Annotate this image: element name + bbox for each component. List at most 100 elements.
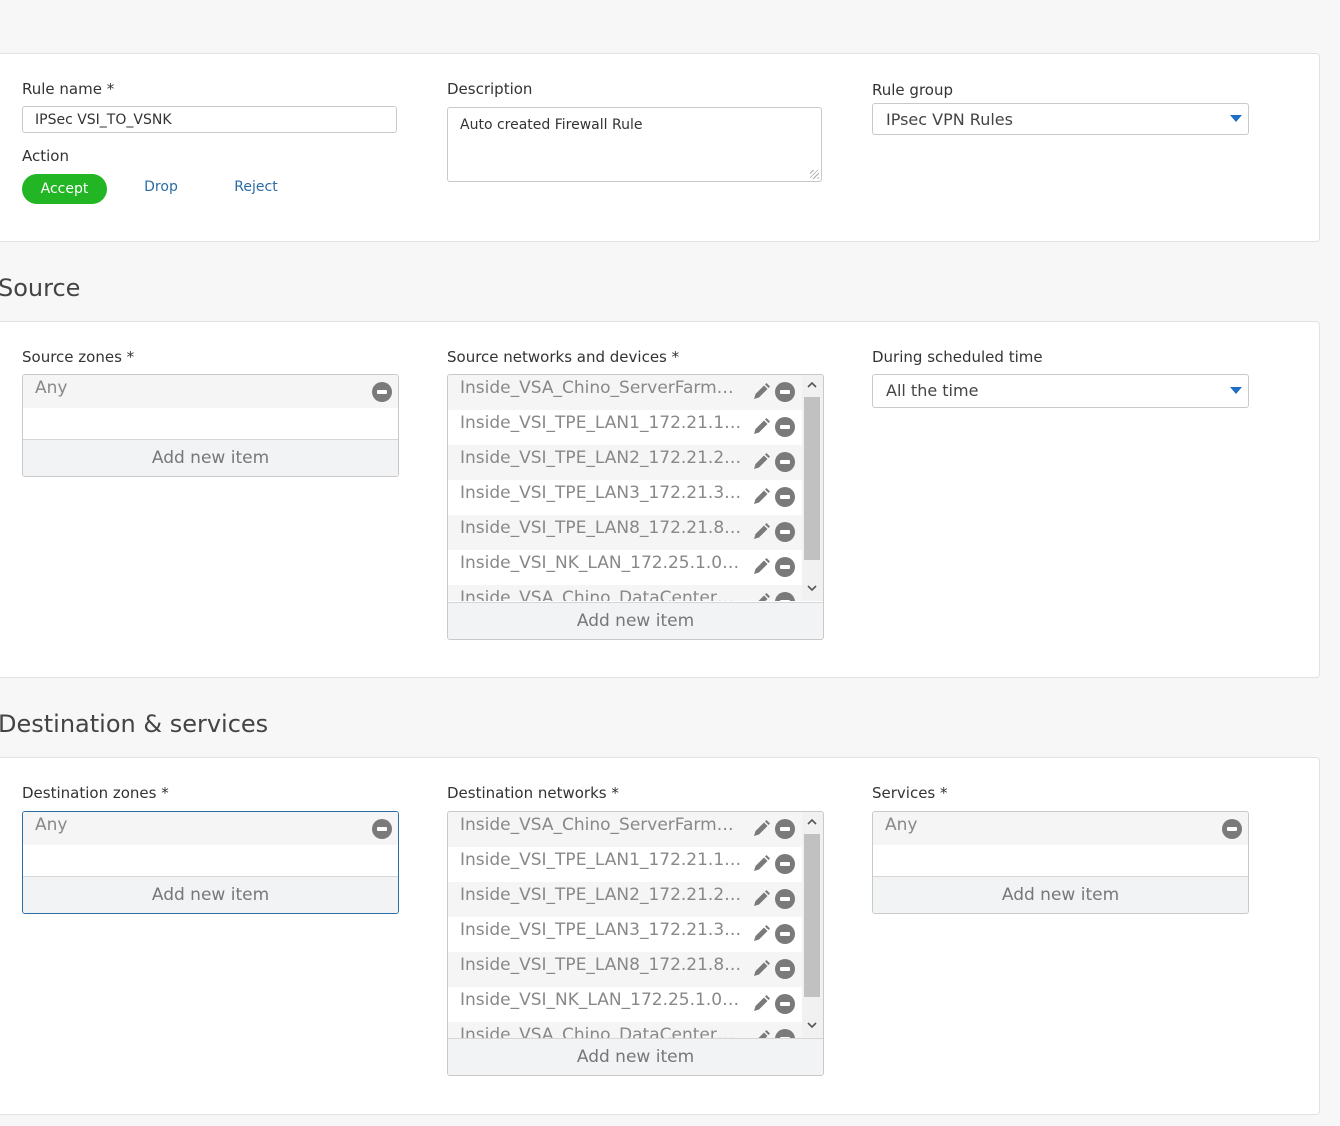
pencil-icon[interactable] — [751, 889, 771, 909]
source-zones-label: Source zones * — [22, 348, 135, 366]
list-item: Inside_VSI_TPE_LAN1_172.21.1.0_24 — [448, 847, 802, 882]
reject-button[interactable]: Reject — [220, 172, 292, 202]
list-item: Inside_VSI_TPE_LAN1_172.21.1.0_24 — [448, 410, 802, 445]
list-item-label: Inside_VSI_TPE_LAN8_172.21.8.0_24 — [460, 955, 742, 975]
list-item-label: Inside_VSI_TPE_LAN1_172.21.1.0_24 — [460, 413, 742, 433]
destination-section-title: Destination & services — [0, 710, 269, 738]
source-networks-label: Source networks and devices * — [447, 348, 680, 366]
minus-circle-icon[interactable] — [372, 382, 392, 402]
list-item: Any — [23, 375, 398, 408]
schedule-value: All the time — [886, 381, 979, 400]
list-item: Inside_VSI_TPE_LAN3_172.21.3.0_24 — [448, 917, 802, 952]
list-item: Inside_VSA_Chino_ServerFarm_172.16.10.0_… — [448, 375, 802, 410]
minus-circle-icon[interactable] — [775, 487, 795, 507]
list-item-label: Any — [885, 815, 918, 835]
minus-circle-icon[interactable] — [775, 452, 795, 472]
pencil-icon[interactable] — [751, 854, 771, 874]
pencil-icon[interactable] — [751, 452, 771, 472]
list-item: Inside_VSI_TPE_LAN8_172.21.8.0_24 — [448, 515, 802, 550]
list-item-label: Inside_VSI_NK_LAN_172.25.1.0_24 — [460, 553, 742, 573]
rule-group-label: Rule group — [872, 81, 953, 99]
list-item-label: Inside_VSI_TPE_LAN3_172.21.3.0_24 — [460, 920, 742, 940]
resize-grip-icon[interactable] — [810, 170, 819, 179]
minus-circle-icon[interactable] — [775, 557, 795, 577]
chevron-up-icon[interactable] — [807, 380, 817, 390]
list-item-label: Inside_VSI_TPE_LAN2_172.21.2.0_24 — [460, 448, 742, 468]
minus-circle-icon[interactable] — [775, 382, 795, 402]
scroll-thumb[interactable] — [804, 397, 820, 560]
minus-circle-icon[interactable] — [775, 1029, 795, 1038]
list-item: Any — [23, 812, 398, 845]
pencil-icon[interactable] — [751, 994, 771, 1014]
chevron-down-icon[interactable] — [807, 583, 817, 593]
schedule-label: During scheduled time — [872, 348, 1043, 366]
minus-circle-icon[interactable] — [775, 854, 795, 874]
list-item: Inside_VSI_TPE_LAN3_172.21.3.0_24 — [448, 480, 802, 515]
add-new-item-button[interactable]: Add new item — [448, 1038, 823, 1075]
pencil-icon[interactable] — [751, 592, 771, 601]
rule-name-label: Rule name * — [22, 80, 115, 98]
minus-circle-icon[interactable] — [775, 417, 795, 437]
add-new-item-button[interactable]: Add new item — [448, 602, 823, 639]
list-item-label: Inside_VSA_Chino_DataCenter_172.16.20.0_… — [460, 588, 742, 601]
rule-name-input[interactable] — [22, 106, 397, 133]
drop-button[interactable]: Drop — [127, 172, 195, 202]
schedule-select[interactable]: All the time — [872, 374, 1249, 408]
action-label: Action — [22, 147, 69, 165]
source-section-title: Source — [0, 274, 81, 302]
pencil-icon[interactable] — [751, 1029, 771, 1038]
caret-down-icon — [1230, 387, 1242, 394]
list-item-label: Inside_VSA_Chino_DataCenter_172.16.20.0_… — [460, 1025, 742, 1038]
minus-circle-icon[interactable] — [775, 994, 795, 1014]
destination-zones-list[interactable]: Any Add new item — [22, 811, 399, 914]
minus-circle-icon[interactable] — [775, 592, 795, 601]
scroll-thumb[interactable] — [804, 834, 820, 997]
services-list[interactable]: Any Add new item — [872, 811, 1249, 914]
list-item-label: Inside_VSI_TPE_LAN3_172.21.3.0_24 — [460, 483, 742, 503]
source-networks-list[interactable]: Inside_VSA_Chino_ServerFarm_172.16.10.0_… — [447, 374, 824, 640]
list-item-label: Inside_VSI_TPE_LAN1_172.21.1.0_24 — [460, 850, 742, 870]
pencil-icon[interactable] — [751, 959, 771, 979]
list-item-label: Any — [35, 378, 68, 398]
minus-circle-icon[interactable] — [775, 819, 795, 839]
chevron-up-icon[interactable] — [807, 817, 817, 827]
source-zones-list[interactable]: Any Add new item — [22, 374, 399, 477]
destination-networks-list[interactable]: Inside_VSA_Chino_ServerFarm_172.16.10.0_… — [447, 811, 824, 1076]
destination-networks-items: Inside_VSA_Chino_ServerFarm_172.16.10.0_… — [448, 812, 802, 1038]
pencil-icon[interactable] — [751, 522, 771, 542]
list-item: Inside_VSA_Chino_DataCenter_172.16.20.0_… — [448, 585, 802, 601]
minus-circle-icon[interactable] — [1222, 819, 1242, 839]
accept-button[interactable]: Accept — [22, 174, 107, 204]
list-item: Inside_VSI_TPE_LAN8_172.21.8.0_24 — [448, 952, 802, 987]
minus-circle-icon[interactable] — [775, 924, 795, 944]
list-item-label: Any — [35, 815, 68, 835]
minus-circle-icon[interactable] — [775, 889, 795, 909]
destination-networks-label: Destination networks * — [447, 784, 619, 802]
pencil-icon[interactable] — [751, 417, 771, 437]
rule-group-select[interactable]: IPsec VPN Rules — [872, 103, 1249, 135]
add-new-item-button[interactable]: Add new item — [23, 439, 398, 476]
scrollbar[interactable] — [802, 375, 823, 601]
add-new-item-button[interactable]: Add new item — [23, 876, 398, 913]
chevron-down-icon[interactable] — [807, 1020, 817, 1030]
minus-circle-icon[interactable] — [775, 522, 795, 542]
list-item-label: Inside_VSI_TPE_LAN2_172.21.2.0_24 — [460, 885, 742, 905]
description-text: Auto created Firewall Rule — [460, 117, 643, 133]
list-item: Inside_VSA_Chino_ServerFarm_172.16.10.0_… — [448, 812, 802, 847]
description-textarea[interactable]: Auto created Firewall Rule — [447, 107, 822, 182]
list-item-label: Inside_VSI_TPE_LAN8_172.21.8.0_24 — [460, 518, 742, 538]
minus-circle-icon[interactable] — [372, 819, 392, 839]
list-item-label: Inside_VSA_Chino_ServerFarm_172.16.10.0_… — [460, 815, 742, 835]
list-item-label: Inside_VSI_NK_LAN_172.25.1.0_24 — [460, 990, 742, 1010]
pencil-icon[interactable] — [751, 487, 771, 507]
pencil-icon[interactable] — [751, 924, 771, 944]
add-new-item-button[interactable]: Add new item — [873, 876, 1248, 913]
pencil-icon[interactable] — [751, 557, 771, 577]
destination-zones-label: Destination zones * — [22, 784, 169, 802]
scrollbar[interactable] — [802, 812, 823, 1038]
minus-circle-icon[interactable] — [775, 959, 795, 979]
list-item: Any — [873, 812, 1248, 845]
pencil-icon[interactable] — [751, 819, 771, 839]
caret-down-icon — [1230, 115, 1242, 122]
pencil-icon[interactable] — [751, 382, 771, 402]
